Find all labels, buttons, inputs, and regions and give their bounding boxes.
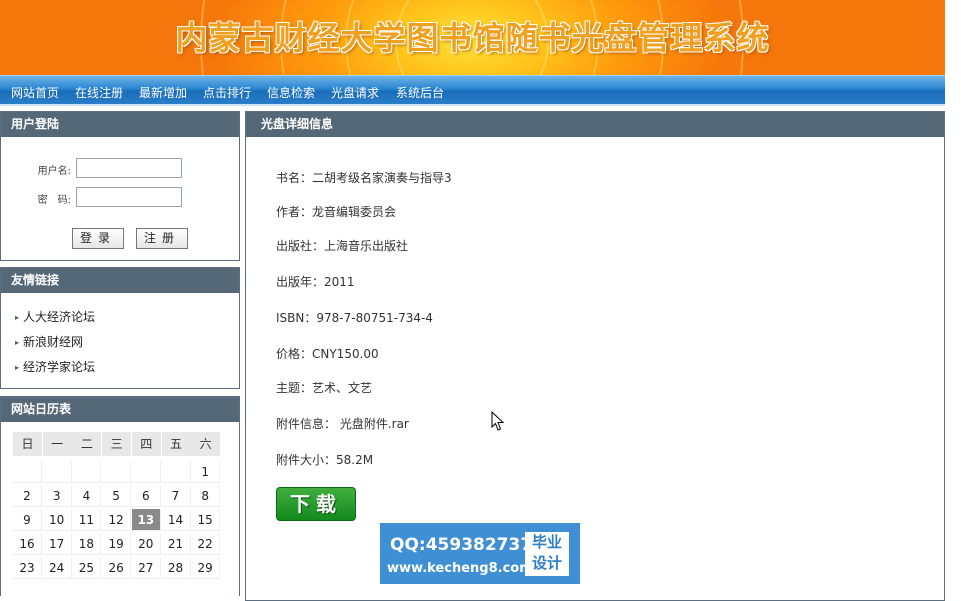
nav-item-disc-request[interactable]: 光盘请求 xyxy=(331,84,379,101)
calendar-day[interactable]: 18 xyxy=(72,533,102,555)
calendar-day[interactable]: 4 xyxy=(72,485,102,507)
calendar-day xyxy=(72,461,102,483)
friend-link-item[interactable]: ▸ 人大经济论坛 xyxy=(15,308,95,325)
friend-link-item[interactable]: ▸ 经济学家论坛 xyxy=(15,358,95,375)
calendar-day[interactable]: 13 xyxy=(131,509,161,531)
calendar-day[interactable]: 7 xyxy=(161,485,191,507)
watermark-site: www.kecheng8.com xyxy=(387,561,533,576)
calendar-day[interactable]: 1 xyxy=(191,461,221,483)
calendar-weekday: 二 xyxy=(72,432,102,456)
bullet-icon: ▸ xyxy=(15,363,20,372)
book-subject: 主题：艺术、文艺 xyxy=(276,381,373,395)
nav-item-admin[interactable]: 系统后台 xyxy=(396,84,444,101)
calendar-day xyxy=(42,461,72,483)
calendar-day[interactable]: 28 xyxy=(161,557,191,579)
nav-item-register[interactable]: 在线注册 xyxy=(75,84,123,101)
book-isbn: ISBN：978-7-80751-734-4 xyxy=(276,311,433,325)
bullet-icon: ▸ xyxy=(15,338,20,347)
nav-item-home[interactable]: 网站首页 xyxy=(11,84,59,101)
book-name: 书名：二胡考级名家演奏与指导3 xyxy=(276,171,452,185)
attachment-info[interactable]: 附件信息： 光盘附件.rar xyxy=(276,415,409,432)
calendar-day[interactable]: 26 xyxy=(102,557,132,579)
attachment-size: 附件大小：58.2M xyxy=(276,453,374,467)
login-button[interactable]: 登录 xyxy=(72,228,124,249)
calendar-day[interactable]: 3 xyxy=(42,485,72,507)
friend-links-panel: 友情链接 ▸ 人大经济论坛 ▸ 新浪财经网 ▸ 经济学家论坛 xyxy=(0,267,240,389)
login-panel: 用户登陆 用户名: 密 码: 登录 注册 xyxy=(0,111,240,261)
friend-link-label[interactable]: 人大经济论坛 xyxy=(23,310,95,324)
calendar-day[interactable]: 25 xyxy=(72,557,102,579)
nav-item-ranking[interactable]: 点击排行 xyxy=(203,84,251,101)
calendar-day xyxy=(161,461,191,483)
calendar-day[interactable]: 20 xyxy=(131,533,161,555)
book-year: 出版年：2011 xyxy=(276,275,355,289)
badge-line: 设计 xyxy=(531,554,562,572)
site-banner: 内蒙古财经大学图书馆随书光盘管理系统 xyxy=(0,0,945,75)
calendar-day[interactable]: 27 xyxy=(131,557,161,579)
calendar-weekday: 一 xyxy=(42,432,72,456)
calendar-day[interactable]: 22 xyxy=(191,533,221,555)
calendar-day[interactable]: 29 xyxy=(191,557,221,579)
calendar-title: 网站日历表 xyxy=(1,397,239,422)
badge-line: 毕业 xyxy=(531,533,562,551)
calendar-day[interactable]: 15 xyxy=(191,509,221,531)
password-row: 密 码: xyxy=(1,187,239,209)
calendar-weekday: 日 xyxy=(13,432,42,456)
calendar-day[interactable]: 10 xyxy=(42,509,72,531)
calendar-day[interactable]: 6 xyxy=(131,485,161,507)
friend-link-label[interactable]: 新浪财经网 xyxy=(23,335,83,349)
download-button[interactable]: 下载 xyxy=(276,487,356,521)
book-price: 价格：CNY150.00 xyxy=(276,347,379,361)
mouse-cursor-icon xyxy=(491,411,505,431)
bullet-icon: ▸ xyxy=(15,313,20,322)
friend-link-label[interactable]: 经济学家论坛 xyxy=(23,360,95,374)
calendar-weekday: 三 xyxy=(102,432,132,456)
nav-item-search[interactable]: 信息检索 xyxy=(267,84,315,101)
calendar-day[interactable]: 8 xyxy=(191,485,221,507)
qq-number: QQ:459382737 xyxy=(390,535,533,555)
calendar-day[interactable]: 17 xyxy=(42,533,72,555)
password-label: 密 码: xyxy=(37,195,71,206)
username-label: 用户名: xyxy=(37,166,71,177)
calendar-day[interactable]: 12 xyxy=(102,509,132,531)
register-button[interactable]: 注册 xyxy=(136,228,188,249)
username-row: 用户名: xyxy=(1,158,239,180)
calendar-weekday: 四 xyxy=(131,432,161,456)
friend-links-title: 友情链接 xyxy=(1,268,239,293)
graduation-design-badge: 毕业 设计 xyxy=(525,532,569,576)
calendar-weekday: 五 xyxy=(161,432,191,456)
calendar-day[interactable]: 5 xyxy=(102,485,132,507)
calendar-day[interactable]: 24 xyxy=(42,557,72,579)
calendar-day[interactable]: 16 xyxy=(13,533,42,555)
friend-link-item[interactable]: ▸ 新浪财经网 xyxy=(15,333,83,350)
login-panel-title: 用户登陆 xyxy=(1,112,239,137)
calendar-weekday: 六 xyxy=(191,432,221,456)
calendar-day[interactable]: 9 xyxy=(13,509,42,531)
password-input[interactable] xyxy=(76,187,182,207)
calendar-day[interactable]: 21 xyxy=(161,533,191,555)
calendar-day[interactable]: 19 xyxy=(102,533,132,555)
calendar-day[interactable]: 11 xyxy=(72,509,102,531)
calendar-day[interactable]: 14 xyxy=(161,509,191,531)
contact-watermark: QQ:459382737 www.kecheng8.com 毕业 设计 xyxy=(380,523,580,584)
disc-detail-title: 光盘详细信息 xyxy=(246,112,944,137)
calendar-day[interactable]: 23 xyxy=(13,557,42,579)
calendar-day xyxy=(13,461,42,483)
calendar-day xyxy=(131,461,161,483)
username-input[interactable] xyxy=(76,158,182,178)
calendar-day[interactable]: 2 xyxy=(13,485,42,507)
book-publisher: 出版社：上海音乐出版社 xyxy=(276,239,409,253)
book-author: 作者：龙音编辑委员会 xyxy=(276,205,397,219)
nav-item-latest[interactable]: 最新增加 xyxy=(139,84,187,101)
site-title: 内蒙古财经大学图书馆随书光盘管理系统 xyxy=(175,19,770,57)
calendar-day xyxy=(102,461,132,483)
main-nav: 网站首页 在线注册 最新增加 点击排行 信息检索 光盘请求 系统后台 xyxy=(0,75,945,106)
